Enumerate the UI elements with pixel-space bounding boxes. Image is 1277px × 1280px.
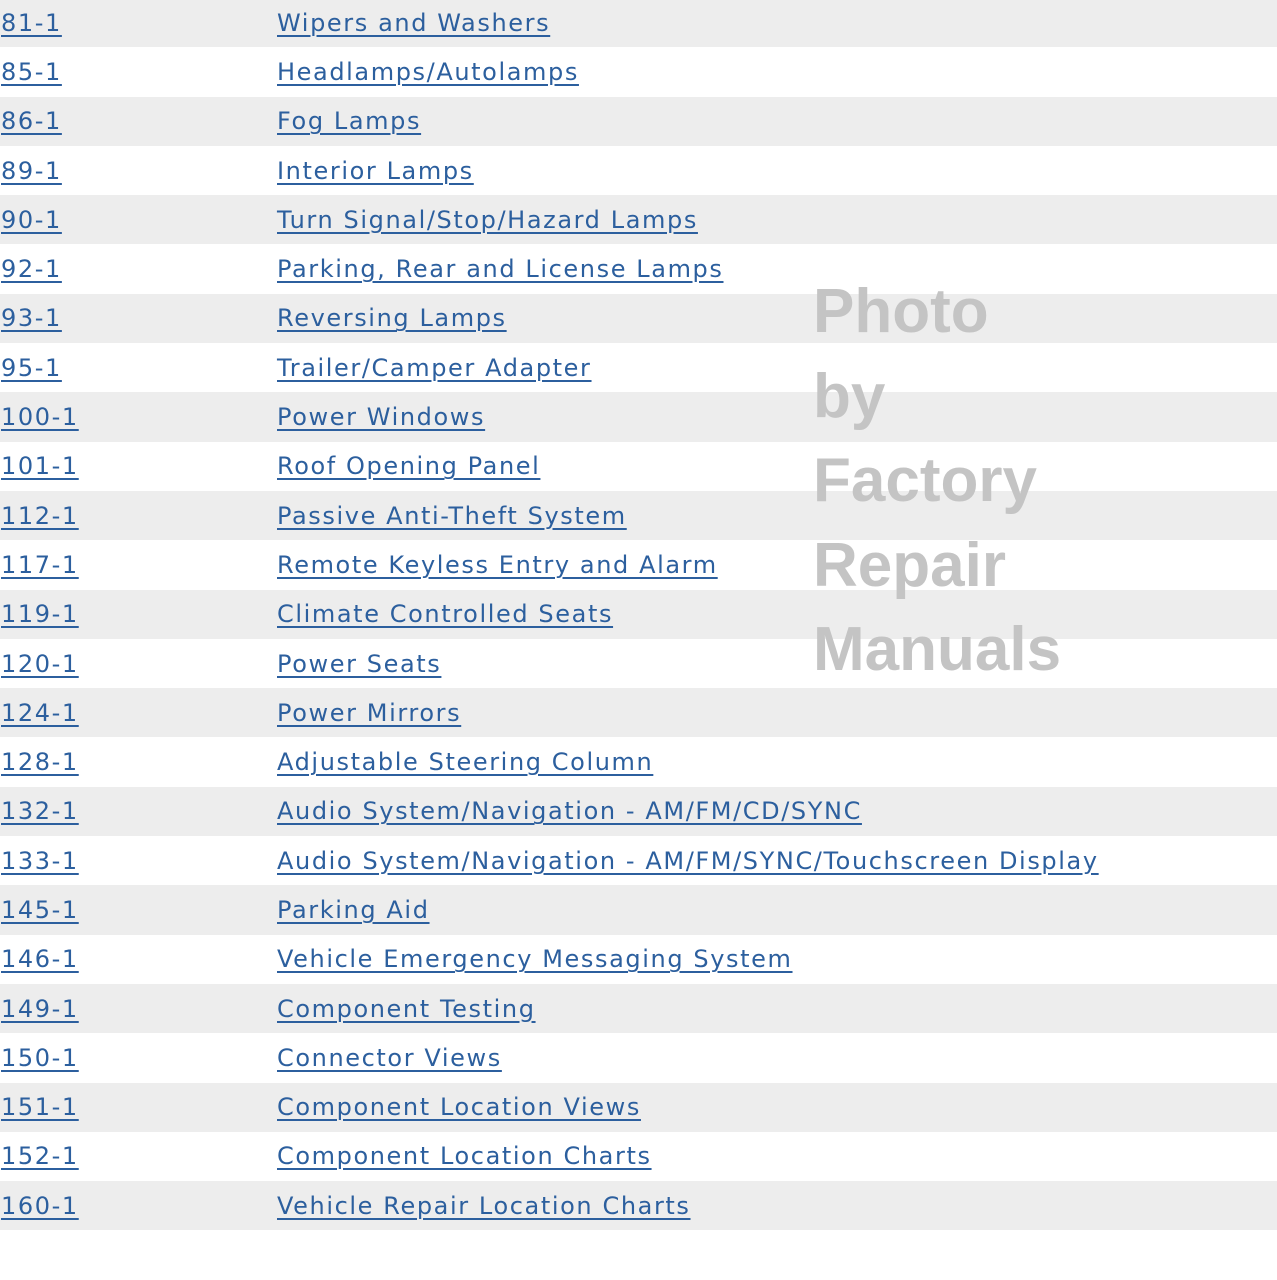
page-number-link[interactable]: 90-1	[1, 206, 62, 234]
section-title-link[interactable]: Parking Aid	[277, 896, 430, 924]
section-title-link[interactable]: Component Location Charts	[277, 1142, 652, 1170]
table-row: 93-1 Reversing Lamps	[0, 293, 1277, 344]
page-number-link[interactable]: 132-1	[1, 797, 79, 825]
table-row: 92-1 Parking, Rear and License Lamps	[0, 244, 1277, 294]
table-row: 101-1 Roof Opening Panel	[0, 441, 1277, 491]
section-title-link[interactable]: Reversing Lamps	[277, 304, 507, 332]
table-row: 100-1 Power Windows	[0, 392, 1277, 442]
table-row: 89-1 Interior Lamps	[0, 145, 1277, 196]
table-row: 95-1 Trailer/Camper Adapter	[0, 343, 1277, 393]
section-title-link[interactable]: Climate Controlled Seats	[277, 600, 613, 628]
table-row: 160-1 Vehicle Repair Location Charts	[0, 1181, 1277, 1231]
table-row: 132-1 Audio System/Navigation - AM/FM/CD/…	[0, 786, 1277, 837]
section-title-link[interactable]: Audio System/Navigation - AM/FM/CD/SYNC	[277, 797, 862, 825]
section-title-link[interactable]: Roof Opening Panel	[277, 452, 540, 480]
page-number-link[interactable]: 86-1	[1, 107, 62, 135]
table-row: 117-1 Remote Keyless Entry and Alarm	[0, 540, 1277, 590]
section-title-link[interactable]: Component Testing	[277, 995, 536, 1023]
page-number-link[interactable]: 101-1	[1, 452, 79, 480]
page-number-link[interactable]: 120-1	[1, 650, 79, 678]
page-number-link[interactable]: 145-1	[1, 896, 79, 924]
section-title-link[interactable]: Power Mirrors	[277, 699, 461, 727]
section-title-link[interactable]: Connector Views	[277, 1044, 502, 1072]
section-title-link[interactable]: Wipers and Washers	[277, 9, 550, 37]
section-title-link[interactable]: Fog Lamps	[277, 107, 421, 135]
section-title-link[interactable]: Headlamps/Autolamps	[277, 58, 579, 86]
table-row: 133-1 Audio System/Navigation - AM/FM/SYN…	[0, 836, 1277, 886]
section-title-link[interactable]: Adjustable Steering Column	[277, 748, 653, 776]
section-title-link[interactable]: Parking, Rear and License Lamps	[277, 255, 724, 283]
table-row: 119-1 Climate Controlled Seats	[0, 589, 1277, 639]
page-number-link[interactable]: 81-1	[1, 9, 62, 37]
page-number-link[interactable]: 93-1	[1, 304, 62, 332]
table-row: 151-1 Component Location Views	[0, 1082, 1277, 1132]
table-row: 149-1 Component Testing	[0, 983, 1277, 1034]
table-row: 85-1 Headlamps/Autolamps	[0, 47, 1277, 97]
page-number-link[interactable]: 119-1	[1, 600, 79, 628]
page-number-link[interactable]: 128-1	[1, 748, 79, 776]
table-row: 124-1 Power Mirrors	[0, 688, 1277, 738]
page-number-link[interactable]: 85-1	[1, 58, 62, 86]
table-row: 146-1 Vehicle Emergency Messaging System	[0, 934, 1277, 984]
page-number-link[interactable]: 92-1	[1, 255, 62, 283]
page-number-link[interactable]: 152-1	[1, 1142, 79, 1170]
section-title-link[interactable]: Turn Signal/Stop/Hazard Lamps	[277, 206, 698, 234]
page-number-link[interactable]: 112-1	[1, 502, 79, 530]
section-title-link[interactable]: Power Windows	[277, 403, 485, 431]
table-row: 150-1 Connector Views	[0, 1033, 1277, 1083]
section-title-link[interactable]: Remote Keyless Entry and Alarm	[277, 551, 718, 579]
section-table: 81-1 Wipers and Washers 85-1 Headlamps/Auto…	[0, 0, 1277, 1231]
section-title-link[interactable]: Vehicle Emergency Messaging System	[277, 945, 793, 973]
table-row: 90-1 Turn Signal/Stop/Hazard Lamps	[0, 195, 1277, 245]
table-row: 120-1 Power Seats	[0, 638, 1277, 689]
page-number-link[interactable]: 100-1	[1, 403, 79, 431]
table-row: 145-1 Parking Aid	[0, 885, 1277, 935]
section-title-link[interactable]: Component Location Views	[277, 1093, 641, 1121]
section-title-link[interactable]: Power Seats	[277, 650, 441, 678]
section-title-link[interactable]: Passive Anti-Theft System	[277, 502, 627, 530]
table-row: 86-1 Fog Lamps	[0, 96, 1277, 146]
page-number-link[interactable]: 95-1	[1, 354, 62, 382]
section-title-link[interactable]: Trailer/Camper Adapter	[277, 354, 592, 382]
page-number-link[interactable]: 133-1	[1, 847, 79, 875]
section-title-link[interactable]: Audio System/Navigation - AM/FM/SYNC/Tou…	[277, 847, 1099, 875]
table-row: 152-1 Component Location Charts	[0, 1131, 1277, 1182]
section-title-link[interactable]: Vehicle Repair Location Charts	[277, 1192, 691, 1220]
page-number-link[interactable]: 146-1	[1, 945, 79, 973]
page-number-link[interactable]: 117-1	[1, 551, 79, 579]
page-number-link[interactable]: 151-1	[1, 1093, 79, 1121]
page-number-link[interactable]: 89-1	[1, 157, 62, 185]
page-number-link[interactable]: 150-1	[1, 1044, 79, 1072]
page-number-link[interactable]: 160-1	[1, 1192, 79, 1220]
table-row: 112-1 Passive Anti-Theft System	[0, 490, 1277, 541]
table-row: 81-1 Wipers and Washers	[0, 0, 1277, 48]
page-number-link[interactable]: 124-1	[1, 699, 79, 727]
table-row: 128-1 Adjustable Steering Column	[0, 737, 1277, 787]
page-number-link[interactable]: 149-1	[1, 995, 79, 1023]
section-title-link[interactable]: Interior Lamps	[277, 157, 474, 185]
